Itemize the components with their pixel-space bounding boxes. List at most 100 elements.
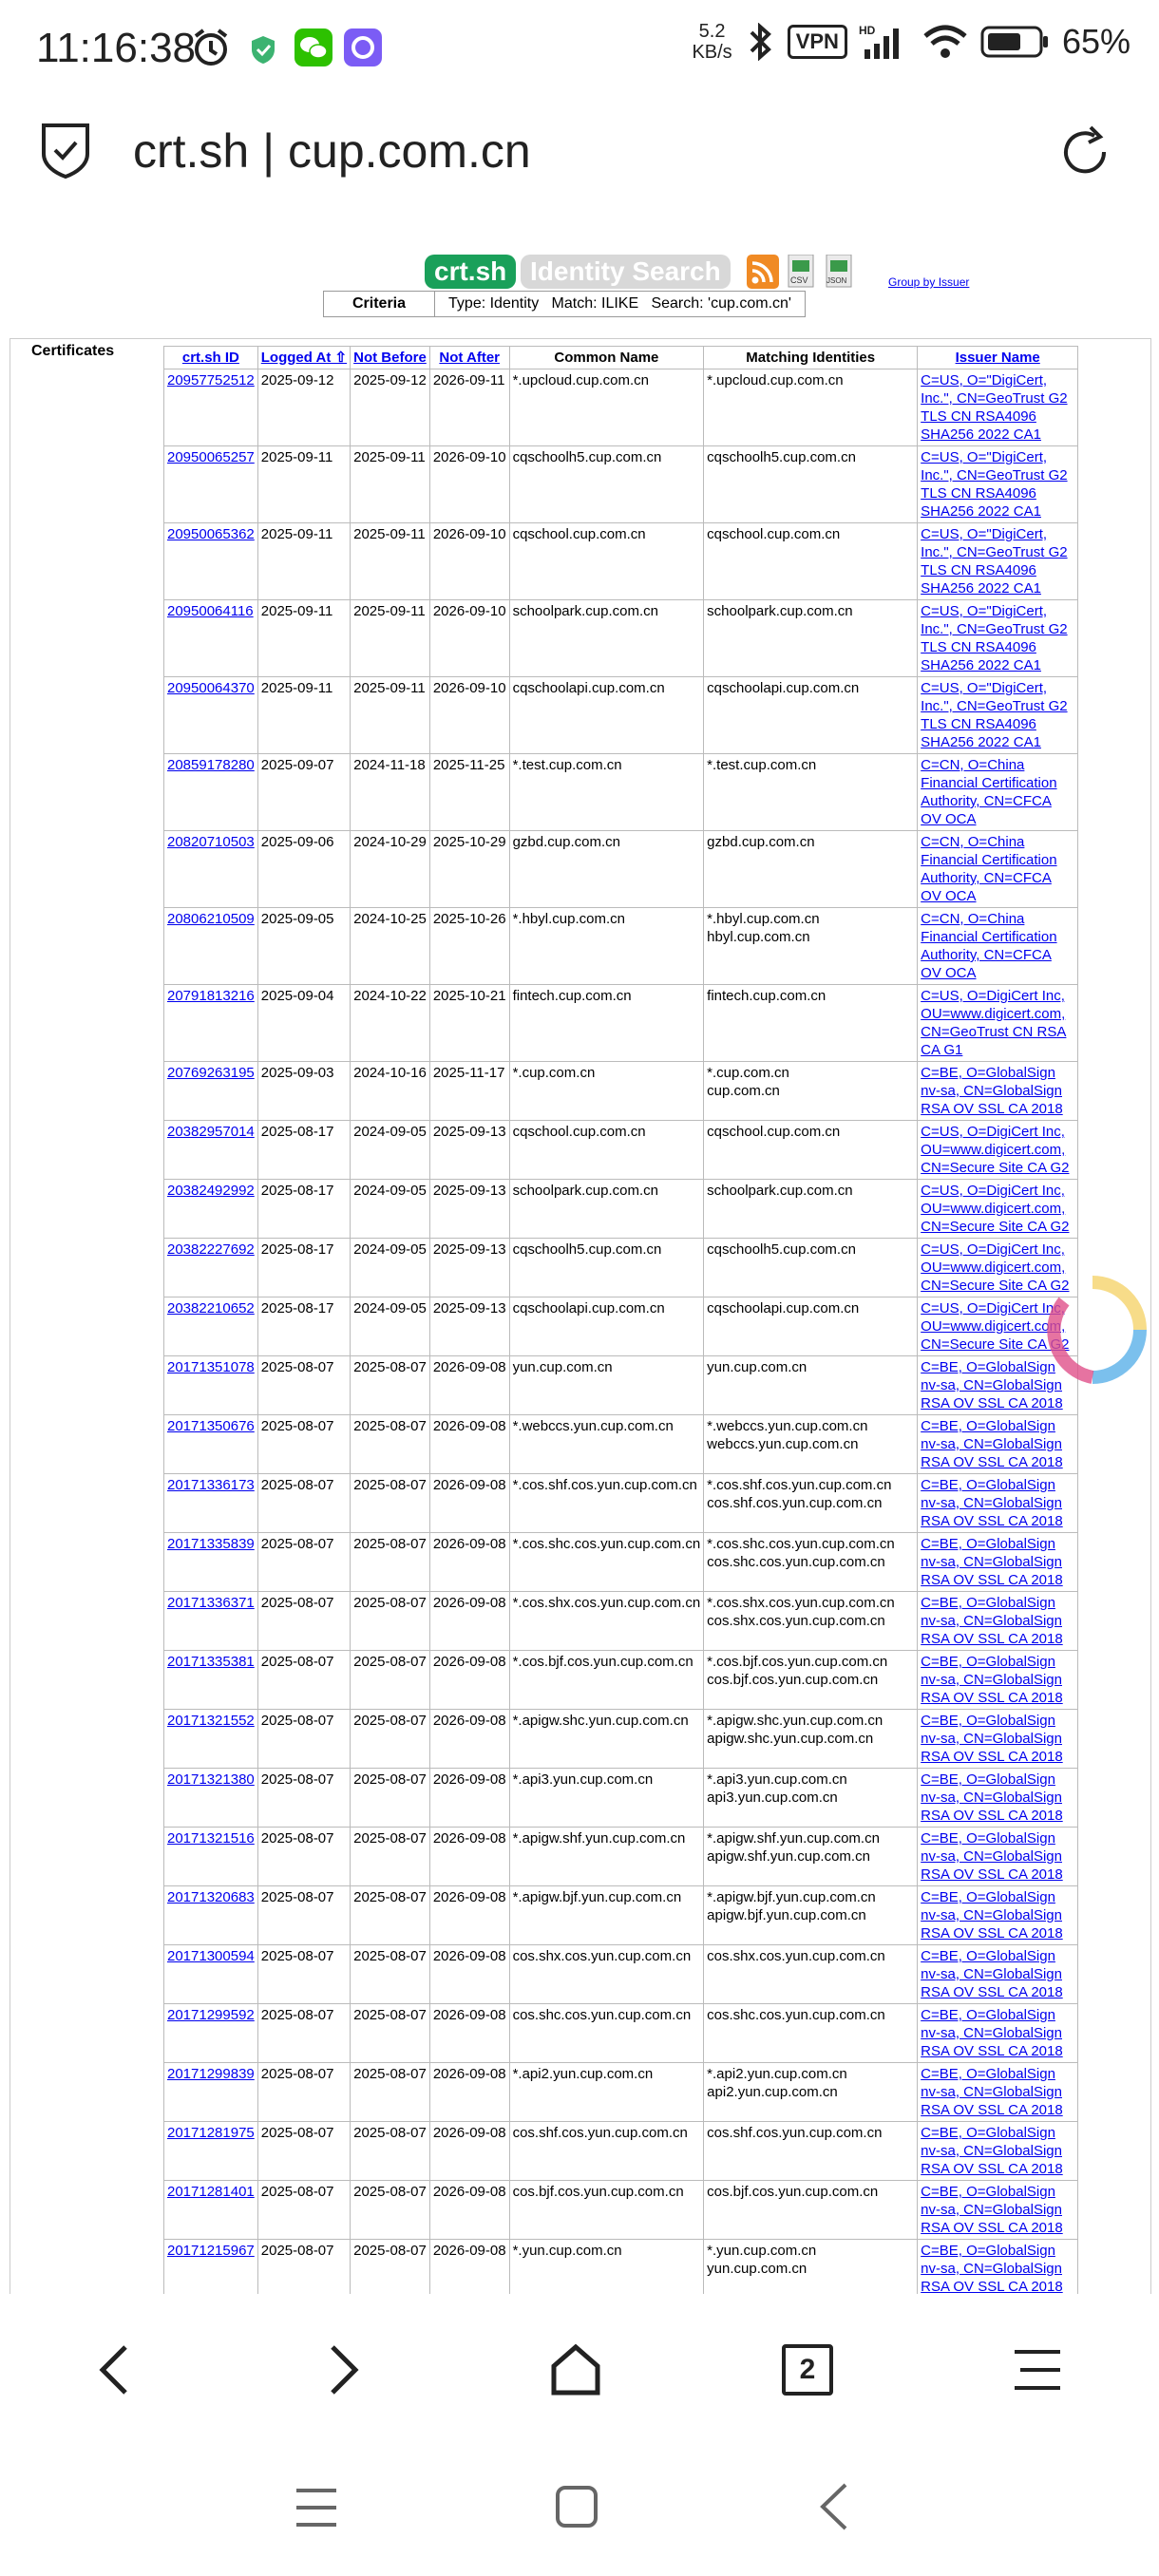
signal-icon: HD bbox=[859, 24, 899, 59]
csv-icon[interactable]: CSV bbox=[785, 255, 817, 289]
issuer-link[interactable]: C=BE, O=GlobalSign nv-sa, CN=GlobalSign … bbox=[917, 1473, 1079, 1533]
app-icon bbox=[344, 28, 382, 66]
not-before: 2025-08-07 bbox=[350, 1709, 430, 1769]
system-back-icon[interactable] bbox=[817, 2481, 851, 2532]
recents-icon[interactable] bbox=[294, 2487, 338, 2529]
certificates-label: Certificates bbox=[31, 343, 115, 359]
cert-id-link[interactable]: 20950064370 bbox=[163, 676, 258, 754]
cert-id-link[interactable]: 20171299592 bbox=[163, 2003, 258, 2063]
col-crtsh-id[interactable]: crt.sh ID bbox=[163, 346, 258, 369]
issuer-link[interactable]: C=CN, O=China Financial Certification Au… bbox=[917, 907, 1079, 985]
tabs-button[interactable]: 2 bbox=[770, 2337, 846, 2403]
cert-id-link[interactable]: 20171335381 bbox=[163, 1650, 258, 1710]
cert-id-link[interactable]: 20171299839 bbox=[163, 2062, 258, 2122]
not-after: 2025-09-13 bbox=[428, 1120, 510, 1180]
cert-id-link[interactable]: 20171320683 bbox=[163, 1885, 258, 1945]
issuer-link[interactable]: C=BE, O=GlobalSign nv-sa, CN=GlobalSign … bbox=[917, 1827, 1079, 1886]
cert-id-link[interactable]: 20171350676 bbox=[163, 1414, 258, 1474]
issuer-link[interactable]: C=US, O="DigiCert, Inc.", CN=GeoTrust G2… bbox=[917, 369, 1079, 446]
reload-icon[interactable] bbox=[1056, 123, 1113, 180]
crtsh-logo[interactable]: crt.sh bbox=[425, 255, 517, 289]
system-home-icon[interactable] bbox=[555, 2485, 598, 2529]
cert-id-link[interactable]: 20791813216 bbox=[163, 984, 258, 1062]
col-not-after[interactable]: Not After bbox=[428, 346, 510, 369]
issuer-link[interactable]: C=BE, O=GlobalSign nv-sa, CN=GlobalSign … bbox=[917, 2062, 1079, 2122]
cert-id-link[interactable]: 20957752512 bbox=[163, 369, 258, 446]
col-issuer-name[interactable]: Issuer Name bbox=[917, 346, 1079, 369]
issuer-link[interactable]: C=BE, O=GlobalSign nv-sa, CN=GlobalSign … bbox=[917, 1061, 1079, 1121]
address-bar[interactable]: crt.sh | cup.com.cn bbox=[0, 103, 1159, 207]
cert-id-link[interactable]: 20171300594 bbox=[163, 1944, 258, 2004]
cert-id-link[interactable]: 20171336173 bbox=[163, 1473, 258, 1533]
cert-id-link[interactable]: 20171321552 bbox=[163, 1709, 258, 1769]
issuer-link[interactable]: C=BE, O=GlobalSign nv-sa, CN=GlobalSign … bbox=[917, 2180, 1079, 2240]
cert-id-link[interactable]: 20806210509 bbox=[163, 907, 258, 985]
issuer-link[interactable]: C=US, O=DigiCert Inc, OU=www.digicert.co… bbox=[917, 1179, 1079, 1239]
cert-id-link[interactable]: 20859178280 bbox=[163, 753, 258, 831]
table-row: 20171299592 2025-08-07 2025-08-07 2026-09-0… bbox=[163, 2003, 1079, 2063]
cert-id-link[interactable]: 20171281975 bbox=[163, 2121, 258, 2181]
issuer-link[interactable]: C=CN, O=China Financial Certification Au… bbox=[917, 830, 1079, 908]
not-after: 2025-11-25 bbox=[428, 753, 510, 831]
rss-icon[interactable] bbox=[747, 255, 779, 289]
cert-id-link[interactable]: 20382957014 bbox=[163, 1120, 258, 1180]
json-icon[interactable]: JSON bbox=[823, 255, 855, 289]
cert-id-link[interactable]: 20382492992 bbox=[163, 1179, 258, 1239]
table-row: 20171281975 2025-08-07 2025-08-07 2026-09-0… bbox=[163, 2121, 1079, 2181]
cert-id-link[interactable]: 20171321516 bbox=[163, 1827, 258, 1886]
issuer-link[interactable]: C=BE, O=GlobalSign nv-sa, CN=GlobalSign … bbox=[917, 1768, 1079, 1828]
cert-id-link[interactable]: 20950064116 bbox=[163, 599, 258, 677]
shield-icon[interactable] bbox=[40, 122, 91, 180]
issuer-link[interactable]: C=US, O="DigiCert, Inc.", CN=GeoTrust G2… bbox=[917, 676, 1079, 754]
col-not-before[interactable]: Not Before bbox=[350, 346, 430, 369]
identity-search-logo: Identity Search bbox=[521, 255, 731, 289]
not-after: 2026-09-08 bbox=[428, 1768, 510, 1828]
issuer-link[interactable]: C=CN, O=China Financial Certification Au… bbox=[917, 753, 1079, 831]
issuer-link[interactable]: C=BE, O=GlobalSign nv-sa, CN=GlobalSign … bbox=[917, 1944, 1079, 2004]
table-row: 20382957014 2025-08-17 2024-09-05 2025-09-1… bbox=[163, 1120, 1079, 1180]
cert-id-link[interactable]: 20171321380 bbox=[163, 1768, 258, 1828]
matching-identities: *.yun.cup.com.cn yun.cup.com.cn bbox=[703, 2239, 919, 2294]
issuer-link[interactable]: C=US, O="DigiCert, Inc.", CN=GeoTrust G2… bbox=[917, 599, 1079, 677]
back-button[interactable] bbox=[76, 2337, 152, 2403]
issuer-link[interactable]: C=BE, O=GlobalSign nv-sa, CN=GlobalSign … bbox=[917, 1591, 1079, 1651]
cert-id-link[interactable]: 20950065257 bbox=[163, 445, 258, 523]
url-text[interactable]: crt.sh | cup.com.cn bbox=[133, 123, 531, 179]
cert-id-link[interactable]: 20171335839 bbox=[163, 1532, 258, 1592]
cert-id-link[interactable]: 20950065362 bbox=[163, 522, 258, 600]
issuer-link[interactable]: C=BE, O=GlobalSign nv-sa, CN=GlobalSign … bbox=[917, 1532, 1079, 1592]
group-by-issuer-link[interactable]: Group by Issuer bbox=[888, 275, 969, 289]
col-logged-at[interactable]: Logged At ⇧ bbox=[256, 346, 352, 369]
logged-at: 2025-09-03 bbox=[256, 1061, 352, 1121]
cert-id-link[interactable]: 20171215967 bbox=[163, 2239, 258, 2294]
forward-button[interactable] bbox=[306, 2337, 382, 2403]
issuer-link[interactable]: C=US, O="DigiCert, Inc.", CN=GeoTrust G2… bbox=[917, 522, 1079, 600]
issuer-link[interactable]: C=BE, O=GlobalSign nv-sa, CN=GlobalSign … bbox=[917, 1885, 1079, 1945]
cert-id-link[interactable]: 20820710503 bbox=[163, 830, 258, 908]
menu-button[interactable] bbox=[999, 2337, 1075, 2403]
issuer-link[interactable]: C=BE, O=GlobalSign nv-sa, CN=GlobalSign … bbox=[917, 1414, 1079, 1474]
cert-id-link[interactable]: 20382210652 bbox=[163, 1297, 258, 1356]
home-button[interactable] bbox=[538, 2337, 614, 2403]
not-before: 2025-08-07 bbox=[350, 1768, 430, 1828]
issuer-link[interactable]: C=BE, O=GlobalSign nv-sa, CN=GlobalSign … bbox=[917, 1650, 1079, 1710]
not-before: 2024-09-05 bbox=[350, 1238, 430, 1297]
cert-id-link[interactable]: 20171351078 bbox=[163, 1355, 258, 1415]
issuer-link[interactable]: C=BE, O=GlobalSign nv-sa, CN=GlobalSign … bbox=[917, 2003, 1079, 2063]
not-after: 2025-11-17 bbox=[428, 1061, 510, 1121]
table-row: 20171215967 2025-08-07 2025-08-07 2026-09-0… bbox=[163, 2239, 1079, 2294]
issuer-link[interactable]: C=BE, O=GlobalSign nv-sa, CN=GlobalSign … bbox=[917, 1709, 1079, 1769]
not-after: 2026-09-08 bbox=[428, 1414, 510, 1474]
issuer-link[interactable]: C=BE, O=GlobalSign nv-sa, CN=GlobalSign … bbox=[917, 2239, 1079, 2294]
cert-id-link[interactable]: 20382227692 bbox=[163, 1238, 258, 1297]
cert-id-link[interactable]: 20171336371 bbox=[163, 1591, 258, 1651]
cert-id-link[interactable]: 20769263195 bbox=[163, 1061, 258, 1121]
issuer-link[interactable]: C=BE, O=GlobalSign nv-sa, CN=GlobalSign … bbox=[917, 2121, 1079, 2181]
common-name: *.cos.shf.cos.yun.cup.com.cn bbox=[508, 1473, 705, 1533]
issuer-link[interactable]: C=US, O=DigiCert Inc, OU=www.digicert.co… bbox=[917, 984, 1079, 1062]
issuer-link[interactable]: C=US, O=DigiCert Inc, OU=www.digicert.co… bbox=[917, 1120, 1079, 1180]
cert-id-link[interactable]: 20171281401 bbox=[163, 2180, 258, 2240]
issuer-link[interactable]: C=US, O="DigiCert, Inc.", CN=GeoTrust G2… bbox=[917, 445, 1079, 523]
logged-at: 2025-09-06 bbox=[256, 830, 352, 908]
not-after: 2026-09-08 bbox=[428, 1827, 510, 1886]
